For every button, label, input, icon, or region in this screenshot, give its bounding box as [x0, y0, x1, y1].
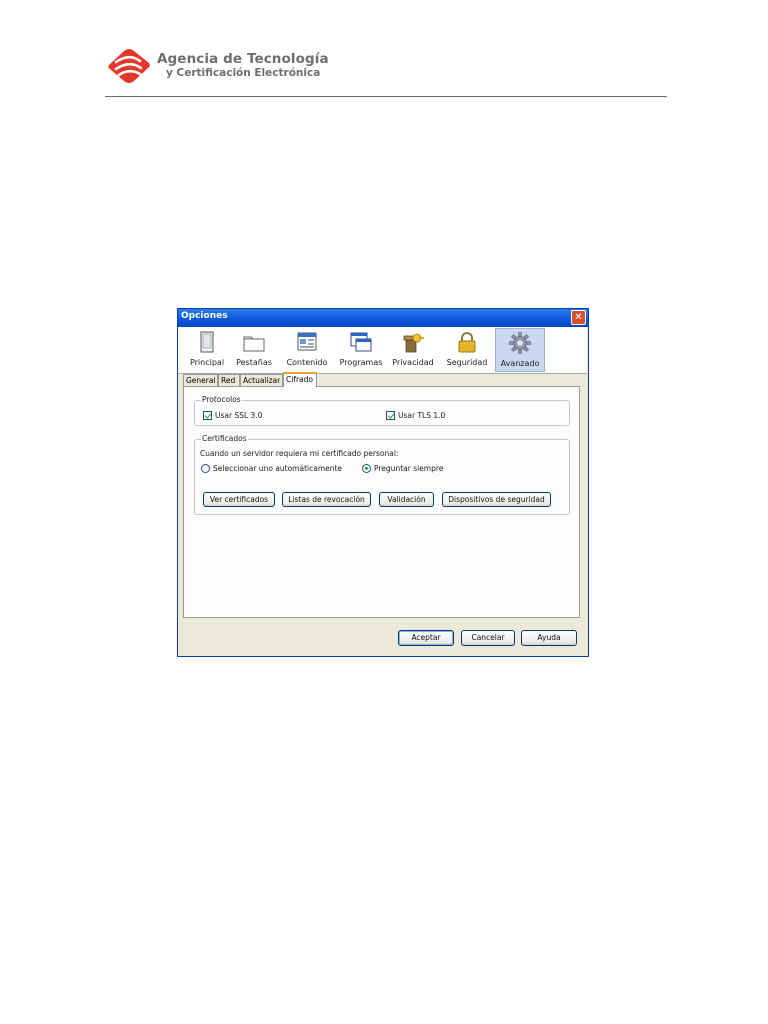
toolbar-label: Seguridad — [446, 358, 488, 367]
page-header: Agencia de Tecnología y Certificación El… — [105, 44, 667, 97]
content-icon — [297, 332, 317, 351]
principal-icon — [200, 331, 214, 353]
tab-label: Actualizar — [243, 376, 281, 385]
button-label: Ayuda — [537, 633, 561, 642]
ask-always-radio[interactable] — [362, 464, 371, 473]
cert-prompt: Cuando un servidor requiera mi certifica… — [200, 449, 399, 458]
auto-select-radio[interactable] — [201, 464, 210, 473]
tls-label: Usar TLS 1.0 — [398, 411, 446, 420]
toolbar-seguridad[interactable]: Seguridad — [443, 328, 491, 372]
auto-select-label: Seleccionar uno automáticamente — [213, 464, 343, 473]
brand-name: Agencia de Tecnología y Certificación El… — [157, 52, 329, 80]
tab-label: Red — [221, 376, 236, 385]
protocolos-legend: Protocolos — [201, 395, 242, 404]
toolbar-avanzado[interactable]: Avanzado — [495, 328, 545, 372]
privacy-icon — [403, 333, 424, 353]
tls-checkbox[interactable] — [386, 411, 395, 420]
certificados-legend: Certificados — [201, 434, 248, 443]
toolbar-label: Contenido — [286, 358, 328, 367]
ssl-checkbox[interactable] — [203, 411, 212, 420]
tab-red[interactable]: Red — [218, 374, 240, 386]
tab-label: Cifrado — [286, 375, 313, 384]
tab-general[interactable]: General — [183, 374, 218, 386]
ask-always-label: Preguntar siempre — [374, 464, 444, 473]
brand-line-2: y Certificación Electrónica — [166, 67, 321, 79]
aceptar-button[interactable]: Aceptar — [398, 630, 454, 646]
ssl-label: Usar SSL 3.0 — [215, 411, 263, 420]
ver-certificados-button[interactable]: Ver certificados — [203, 492, 275, 507]
cancelar-button[interactable]: Cancelar — [461, 630, 515, 646]
validacion-button[interactable]: Validación — [379, 492, 434, 507]
button-label: Aceptar — [411, 633, 441, 642]
certificados-group: Certificados Cuando un servidor requiera… — [194, 434, 570, 515]
close-icon: ✕ — [574, 312, 583, 323]
toolbar-label: Privacidad — [392, 358, 434, 367]
lock-icon — [458, 332, 476, 353]
toolbar-label: Programas — [339, 358, 383, 367]
dispositivos-seguridad-button[interactable]: Dispositivos de seguridad — [442, 492, 551, 507]
button-label: Validación — [387, 495, 426, 504]
toolbar-pestanas[interactable]: Pestañas — [232, 328, 276, 372]
ayuda-button[interactable]: Ayuda — [521, 630, 577, 646]
button-label: Cancelar — [471, 633, 505, 642]
brand-line-1: Agencia de Tecnología — [157, 51, 329, 67]
listas-revocacion-button[interactable]: Listas de revocación — [282, 492, 371, 507]
toolbar-contenido[interactable]: Contenido — [283, 328, 331, 372]
cifrado-panel: Protocolos Usar SSL 3.0 Usar TLS 1.0 Cer… — [183, 386, 580, 618]
button-label: Listas de revocación — [288, 495, 365, 504]
toolbar-principal[interactable]: Principal — [187, 328, 227, 372]
toolbar-label: Avanzado — [500, 359, 540, 368]
title-bar[interactable]: Opciones ✕ — [178, 309, 588, 327]
options-window: Opciones ✕ Principal Pestañas Contenido … — [177, 308, 589, 657]
toolbar-privacidad[interactable]: Privacidad — [390, 328, 436, 372]
button-label: Dispositivos de seguridad — [448, 495, 545, 504]
tab-actualizar[interactable]: Actualizar — [240, 374, 283, 386]
toolbar-label: Principal — [189, 358, 225, 367]
tab-cifrado[interactable]: Cifrado — [283, 372, 317, 387]
toolbar-label: Pestañas — [236, 358, 272, 367]
atce-logo-icon — [108, 49, 150, 83]
toolbar-programas[interactable]: Programas — [337, 328, 385, 372]
button-label: Ver certificados — [209, 495, 269, 504]
tab-label: General — [186, 376, 216, 385]
gear-icon — [509, 332, 531, 354]
tabs-icon — [243, 336, 265, 352]
options-toolbar: Principal Pestañas Contenido Programas P… — [179, 327, 587, 374]
protocolos-group: Protocolos Usar SSL 3.0 Usar TLS 1.0 — [194, 395, 570, 426]
window-title: Opciones — [181, 311, 228, 321]
close-button[interactable]: ✕ — [571, 310, 586, 325]
programs-icon — [350, 332, 372, 352]
